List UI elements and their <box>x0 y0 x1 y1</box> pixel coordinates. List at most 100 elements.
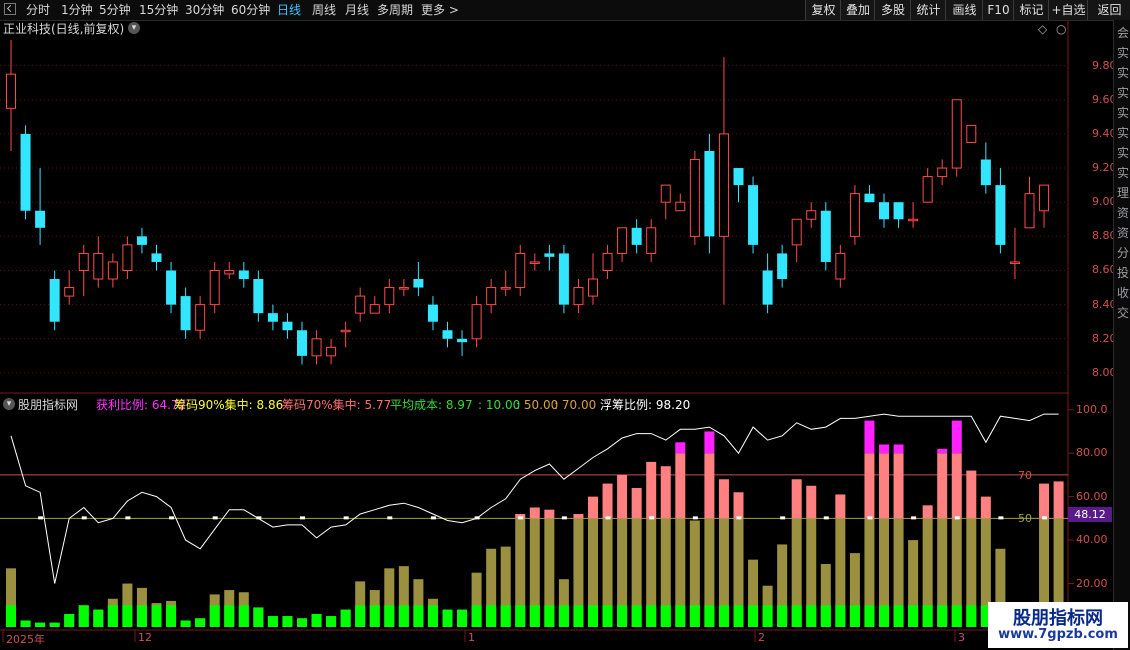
right-side-panel[interactable]: 会实实实实实实实理资资分投收交 <box>1113 20 1130 650</box>
candle <box>500 270 511 297</box>
candle <box>631 219 642 254</box>
fifty-marker <box>780 516 786 520</box>
candle <box>646 219 657 262</box>
candle <box>529 253 540 271</box>
candle-body-up <box>224 269 235 275</box>
profit-bar-green <box>864 605 875 627</box>
fifty-marker <box>867 516 873 520</box>
profit-bar-green <box>806 605 817 627</box>
profit-bar-green <box>471 605 482 627</box>
profit-bar-green <box>64 613 75 627</box>
side-tab-char: 理 <box>1116 186 1129 200</box>
candle-body-down <box>413 279 424 288</box>
profit-bar <box>544 509 555 627</box>
indicator-tick-label: 100.0 <box>1076 402 1108 416</box>
candle <box>35 168 46 245</box>
profit-bar-green <box>951 605 962 627</box>
profit-bar-mid <box>544 509 555 519</box>
profit-bar-mid <box>646 461 657 519</box>
candle-body-down <box>733 168 744 186</box>
candle-body-down <box>820 210 831 262</box>
profit-bar-green <box>791 605 802 627</box>
chevron-down-icon[interactable]: ▾ <box>128 22 140 34</box>
indicator-value: 筹码90%集中: 8.86 <box>174 398 283 412</box>
date-label: 3 <box>958 631 965 644</box>
profit-bar-green <box>151 605 162 627</box>
profit-bar-green <box>820 605 831 627</box>
fifty-marker <box>561 516 567 520</box>
fifty-marker <box>1042 516 1048 520</box>
fifty-marker <box>954 516 960 520</box>
candle-body-down <box>893 202 904 220</box>
profit-bar <box>326 616 337 627</box>
candle <box>64 270 75 305</box>
profit-bar <box>311 613 322 627</box>
candle-body-down <box>879 202 889 220</box>
profit-bar-green <box>122 605 133 627</box>
profit-bar <box>660 466 671 627</box>
candle-body-up <box>835 252 846 280</box>
indicator-chevron-icon[interactable]: ▾ <box>3 398 15 410</box>
side-tab-char: 分 <box>1116 246 1129 260</box>
profit-bar <box>791 479 802 627</box>
candle <box>282 313 293 339</box>
candle-body-up <box>486 287 497 306</box>
profit-bar-green <box>573 605 584 627</box>
candle <box>544 244 555 271</box>
candle-body-up <box>93 252 104 280</box>
profit-bar <box>122 583 133 627</box>
circle-icon[interactable]: ○ <box>1056 22 1066 36</box>
profit-bar <box>442 609 453 627</box>
profit-bar-mid <box>879 453 889 519</box>
indicator-value: 筹码70%集中: 5.77 <box>282 398 391 412</box>
profit-bar-green <box>180 620 191 627</box>
profit-bar <box>209 594 220 627</box>
candle-body-down <box>20 133 31 211</box>
indicator-value-number: 8.86 <box>252 398 284 412</box>
candle <box>151 244 162 271</box>
indicator-value-number: 98.20 <box>652 398 691 412</box>
profit-bar-green <box>689 605 700 627</box>
profit-bar <box>35 622 46 627</box>
profit-bar <box>471 572 482 627</box>
profit-bar <box>849 553 860 627</box>
profit-bar-top <box>893 444 904 454</box>
candle-body-down <box>427 304 438 322</box>
watermark-logo: 股朋指标网 www.7gpzb.com <box>988 602 1128 648</box>
candle-body-up <box>500 287 511 290</box>
candle <box>602 244 613 280</box>
side-tab-char: 资 <box>1116 206 1129 220</box>
profit-bar <box>427 598 438 627</box>
candle-body-up <box>849 193 860 237</box>
indicator-value-number: 8.97 <box>442 398 473 412</box>
fifty-marker <box>300 516 305 520</box>
profit-bar <box>718 479 729 627</box>
profit-bar <box>617 474 628 627</box>
profit-bar <box>966 470 977 627</box>
fifty-marker <box>823 516 829 520</box>
fifty-marker <box>998 516 1004 520</box>
side-tab-char: 实 <box>1116 146 1129 160</box>
profit-bar-green <box>748 605 759 627</box>
profit-bar-green <box>209 605 220 627</box>
candle <box>6 40 16 151</box>
candle <box>209 261 220 314</box>
diamond-icon[interactable]: ◇ <box>1038 22 1047 36</box>
profit-bar <box>49 622 60 627</box>
indicator-value: 获利比例: 64.72 <box>96 398 186 412</box>
side-tab-char: 收 <box>1116 286 1129 300</box>
profit-bar <box>340 609 351 627</box>
profit-bar-mid <box>602 483 613 519</box>
profit-bar-green <box>835 605 846 627</box>
kline-chart <box>0 20 1074 642</box>
candle <box>704 133 715 254</box>
profit-bar-green <box>515 605 526 627</box>
profit-bar-mid <box>980 496 991 519</box>
indicator-name: 股朋指标网 <box>18 398 79 412</box>
candle-body-down <box>544 253 555 257</box>
candle-body-up <box>326 346 337 357</box>
profit-bar <box>908 540 919 627</box>
candle <box>820 202 831 271</box>
profit-bar-green <box>733 605 744 627</box>
profit-bar <box>297 618 307 627</box>
